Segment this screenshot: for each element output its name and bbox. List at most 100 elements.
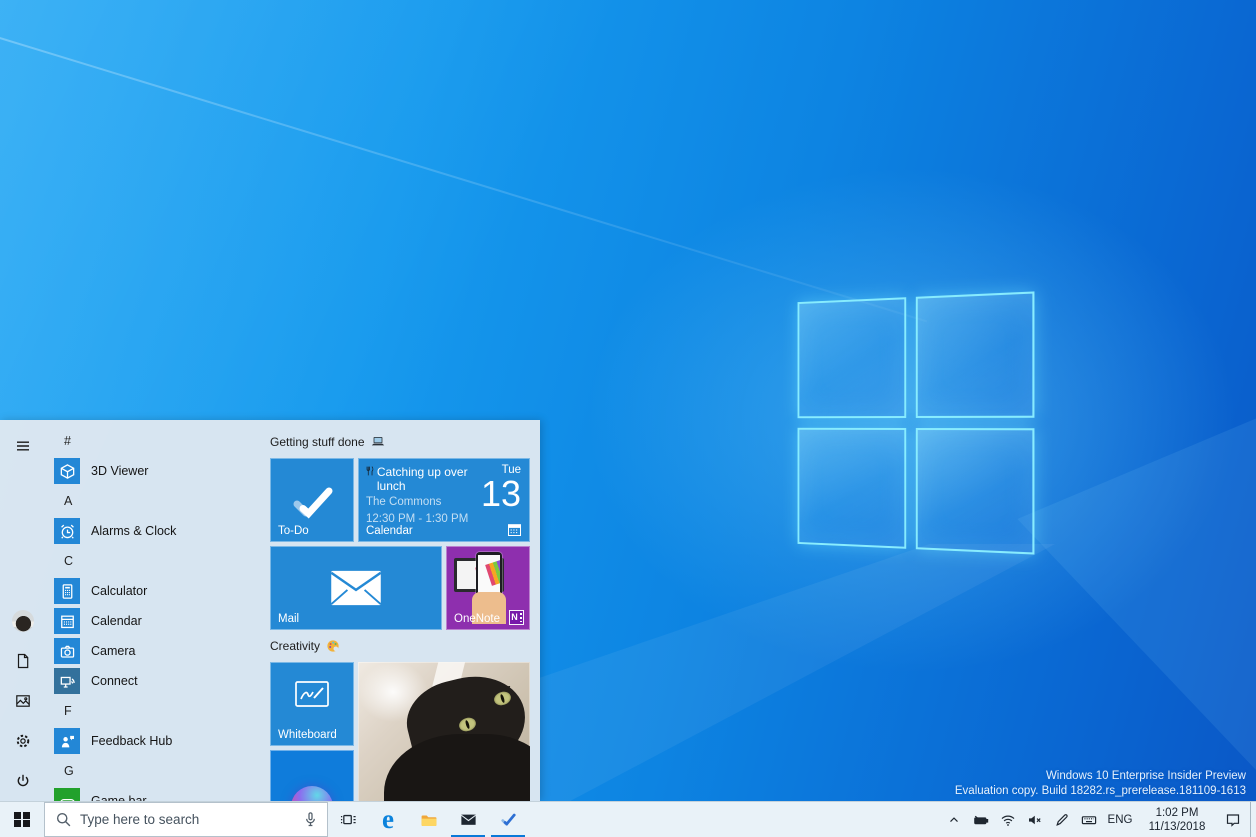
- tile-group-title[interactable]: Getting stuff done: [270, 434, 540, 450]
- tile-label: Calendar: [366, 525, 413, 537]
- app-list: # 3D Viewer A Alarms & Clock C Calculato…: [46, 420, 266, 801]
- clock[interactable]: 1:02 PM 11/13/2018: [1138, 802, 1216, 837]
- app-list-letter-header[interactable]: A: [54, 486, 266, 516]
- tile-todo[interactable]: To-Do: [270, 458, 354, 542]
- document-icon: [17, 653, 29, 669]
- volume-button[interactable]: [1021, 802, 1048, 837]
- app-item-alarms-clock[interactable]: Alarms & Clock: [54, 516, 266, 546]
- edge-button[interactable]: e: [368, 802, 408, 837]
- tile-grid-getting-stuff-done: To-Do Catching up over lunch The Commons…: [270, 458, 540, 630]
- app-list-letter-header[interactable]: G: [54, 756, 266, 786]
- app-label: Alarms & Clock: [91, 524, 177, 538]
- settings-button[interactable]: [5, 721, 41, 761]
- taskbar-search[interactable]: [44, 802, 328, 837]
- app-list-letter-header[interactable]: C: [54, 546, 266, 576]
- action-center-button[interactable]: [1216, 802, 1250, 837]
- rail-bottom-group: [5, 601, 41, 801]
- windows-logo-pane: [915, 291, 1035, 418]
- chevron-up-icon: [949, 816, 958, 822]
- tile-mail[interactable]: Mail: [270, 546, 442, 630]
- group-title-label: Creativity: [270, 639, 321, 653]
- tile-calendar[interactable]: Catching up over lunch The Commons 12:30…: [358, 458, 530, 542]
- connect-icon: [60, 676, 75, 688]
- touch-keyboard-icon: [1081, 815, 1096, 824]
- calendar-icon: [60, 615, 74, 628]
- app-item-connect[interactable]: Connect: [54, 666, 266, 696]
- start-button[interactable]: [0, 802, 44, 837]
- fork-knife-icon: [366, 466, 374, 476]
- letter-label: C: [64, 554, 74, 568]
- tile-photos[interactable]: [358, 662, 530, 801]
- power-button[interactable]: [5, 761, 41, 801]
- tile-grid-creativity: Whiteboard: [270, 662, 540, 801]
- taskbar: e: [0, 801, 1256, 837]
- evaluation-watermark: Windows 10 Enterprise Insider Preview Ev…: [955, 769, 1246, 799]
- windows-logo-pane: [797, 297, 907, 419]
- app-item-calculator[interactable]: Calculator: [54, 576, 266, 606]
- calendar-date: 13: [480, 473, 521, 514]
- app-label: 3D Viewer: [91, 464, 149, 478]
- language-indicator[interactable]: ENG: [1102, 802, 1138, 837]
- app-plate: [54, 668, 80, 694]
- tile-group-title[interactable]: Creativity: [270, 638, 540, 654]
- app-label: Connect: [91, 674, 138, 688]
- pictures-icon: [16, 695, 30, 707]
- app-item-game-bar[interactable]: Game bar: [54, 786, 266, 801]
- tile-label: OneNote: [454, 613, 501, 625]
- app-plate: [54, 608, 80, 634]
- system-tray: ENG 1:02 PM 11/13/2018: [940, 802, 1256, 837]
- app-list-letter-header[interactable]: F: [54, 696, 266, 726]
- tile-panel: Getting stuff done To-Do Catching up ove…: [266, 420, 540, 801]
- battery-icon: [973, 815, 988, 824]
- tile-label: Mail: [278, 613, 300, 625]
- calendar-mini-icon: [508, 524, 521, 536]
- letter-label: #: [64, 434, 71, 448]
- pictures-button[interactable]: [5, 681, 41, 721]
- app-label: Calendar: [91, 614, 142, 628]
- app-plate: [54, 518, 80, 544]
- show-hidden-icons-button[interactable]: [940, 802, 967, 837]
- date-label: 11/13/2018: [1148, 820, 1206, 833]
- app-item-calendar[interactable]: Calendar: [54, 606, 266, 636]
- app-item-feedback-hub[interactable]: Feedback Hub: [54, 726, 266, 756]
- tile-cortana[interactable]: [270, 750, 354, 801]
- battery-button[interactable]: [967, 802, 994, 837]
- file-explorer-button[interactable]: [408, 802, 448, 837]
- task-view-button[interactable]: [328, 802, 368, 837]
- network-button[interactable]: [994, 802, 1021, 837]
- show-desktop-button[interactable]: [1250, 802, 1256, 837]
- search-input[interactable]: [80, 812, 294, 827]
- letter-label: G: [64, 764, 74, 778]
- event-title: Catching up over lunch: [376, 465, 468, 493]
- app-plate: [54, 638, 80, 664]
- app-plate: [54, 788, 80, 801]
- todo-button[interactable]: [488, 802, 528, 837]
- app-label: Game bar: [91, 794, 147, 801]
- tile-onenote[interactable]: OneNote N: [446, 546, 530, 630]
- documents-button[interactable]: [5, 641, 41, 681]
- todo-check-icon: [293, 487, 333, 519]
- app-list-letter-header[interactable]: #: [54, 426, 266, 456]
- calculator-icon: [62, 583, 72, 599]
- avatar: [12, 610, 34, 632]
- letter-label: F: [64, 704, 72, 718]
- task-view-icon: [340, 814, 356, 825]
- language-label: ENG: [1107, 813, 1133, 826]
- expand-menu-button[interactable]: [5, 428, 41, 464]
- group-title-label: Getting stuff done: [270, 435, 365, 449]
- windows-ink-button[interactable]: [1048, 802, 1075, 837]
- user-account-button[interactable]: [5, 601, 41, 641]
- app-label: Feedback Hub: [91, 734, 173, 748]
- windows-logo-wallpaper: [797, 291, 1035, 555]
- tile-whiteboard[interactable]: Whiteboard: [270, 662, 354, 746]
- wifi-icon: [1001, 815, 1014, 826]
- mail-button[interactable]: [448, 802, 488, 837]
- mail-icon: [460, 814, 476, 825]
- touch-keyboard-button[interactable]: [1075, 802, 1102, 837]
- pen-icon: [1055, 813, 1068, 826]
- palette-emoji: [327, 640, 339, 652]
- app-item-3d-viewer[interactable]: 3D Viewer: [54, 456, 266, 486]
- app-item-camera[interactable]: Camera: [54, 636, 266, 666]
- desktop: Windows 10 Enterprise Insider Preview Ev…: [0, 0, 1256, 837]
- microphone-icon[interactable]: [302, 811, 319, 828]
